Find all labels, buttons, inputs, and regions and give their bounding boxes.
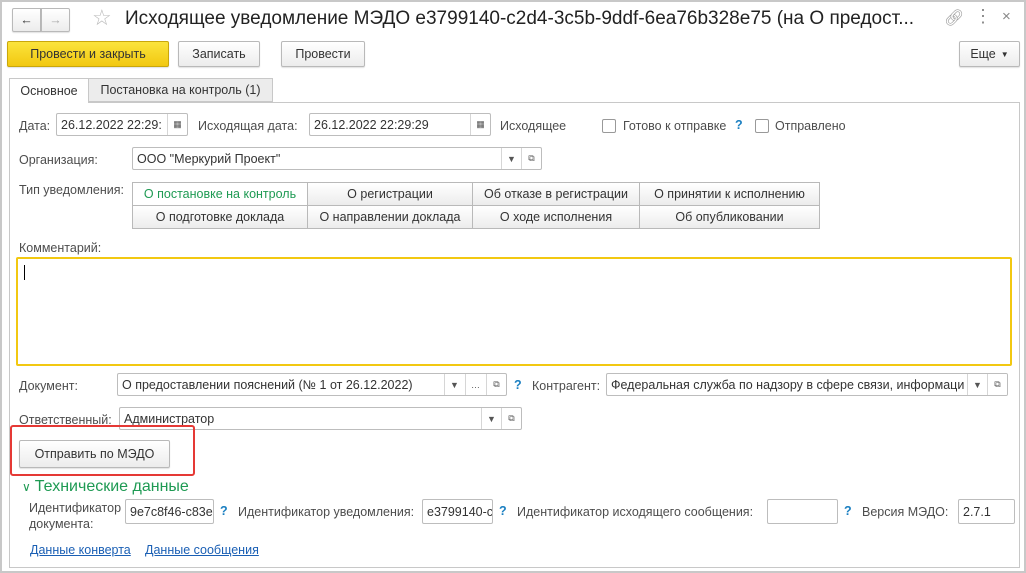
open-icon[interactable]: ⧉: [501, 408, 521, 429]
dropdown-icon[interactable]: ▼: [481, 408, 501, 429]
out-date-value: 26.12.2022 22:29:29: [314, 117, 429, 132]
close-icon[interactable]: ×: [1002, 8, 1011, 25]
back-button[interactable]: ←: [12, 8, 41, 32]
out-date-label: Исходящая дата:: [198, 119, 298, 133]
type-option[interactable]: О принятии к исполнению: [639, 182, 820, 206]
envelope-data-link[interactable]: Данные конверта: [30, 543, 131, 557]
type-option[interactable]: Об отказе в регистрации: [472, 182, 640, 206]
version-label: Версия МЭДО:: [862, 505, 949, 519]
open-icon[interactable]: ⧉: [987, 374, 1007, 395]
tech-title: Технические данные: [34, 478, 189, 495]
date-field[interactable]: 26.12.2022 22:29: ▦: [56, 113, 188, 136]
doc-label: Документ:: [19, 379, 78, 393]
comment-label: Комментарий:: [19, 241, 102, 255]
sent-checkbox[interactable]: [755, 119, 769, 133]
help-icon[interactable]: ?: [514, 378, 522, 392]
type-option[interactable]: Об опубликовании: [639, 205, 820, 229]
date-label: Дата:: [19, 119, 51, 133]
tech-section-toggle[interactable]: ∨ Технические данные: [22, 478, 189, 496]
help-icon[interactable]: ?: [220, 504, 228, 518]
more-button[interactable]: Еще ▼: [959, 41, 1020, 67]
doc-id-field[interactable]: 9e7c8f46-c83e: [125, 499, 214, 524]
calendar-icon[interactable]: ▦: [167, 114, 187, 135]
type-option[interactable]: О направлении доклада: [307, 205, 473, 229]
msg-id-field[interactable]: [767, 499, 838, 524]
tab-control[interactable]: Постановка на контроль (1): [88, 78, 273, 102]
doc-field[interactable]: О предоставлении пояснений (№ 1 от 26.12…: [117, 373, 507, 396]
org-value: ООО "Меркурий Проект": [137, 151, 281, 166]
help-icon[interactable]: ?: [844, 504, 852, 518]
comment-textarea[interactable]: [16, 257, 1012, 366]
message-data-link[interactable]: Данные сообщения: [145, 543, 259, 557]
contr-label: Контрагент:: [532, 379, 601, 393]
sent-label: Отправлено: [775, 119, 846, 133]
direction-text: Исходящее: [500, 119, 567, 133]
calendar-icon[interactable]: ▦: [470, 114, 490, 135]
select-icon[interactable]: …: [465, 374, 485, 395]
dropdown-icon[interactable]: ▼: [967, 374, 987, 395]
out-date-field[interactable]: 26.12.2022 22:29:29 ▦: [309, 113, 491, 136]
help-icon[interactable]: ?: [499, 504, 507, 518]
version-value: 2.7.1: [963, 504, 991, 519]
save-button[interactable]: Записать: [178, 41, 260, 67]
more-label: Еще: [970, 47, 996, 61]
notif-id-field[interactable]: e3799140-c: [422, 499, 493, 524]
ready-checkbox[interactable]: [602, 119, 616, 133]
post-button[interactable]: Провести: [281, 41, 365, 67]
org-field[interactable]: ООО "Меркурий Проект" ▼ ⧉: [132, 147, 542, 170]
send-medo-button[interactable]: Отправить по МЭДО: [19, 440, 170, 468]
doc-value: О предоставлении пояснений (№ 1 от 26.12…: [122, 377, 413, 392]
org-label: Организация:: [19, 153, 98, 167]
more-menu-icon[interactable]: ⋮: [974, 6, 992, 27]
type-option[interactable]: О постановке на контроль: [132, 182, 308, 206]
open-icon[interactable]: ⧉: [521, 148, 541, 169]
dropdown-icon[interactable]: ▼: [444, 374, 464, 395]
msg-id-label: Идентификатор исходящего сообщения:: [517, 505, 754, 519]
type-option[interactable]: О подготовке доклада: [132, 205, 308, 229]
doc-id-value: 9e7c8f46-c83e: [130, 504, 213, 519]
notif-id-label: Идентификатор уведомления:: [238, 505, 415, 519]
date-value: 26.12.2022 22:29:: [61, 117, 162, 132]
link-icon[interactable]: 🔗︎: [944, 8, 964, 28]
contr-value: Федеральная служба по надзору в сфере св…: [611, 377, 965, 392]
doc-id-label: Идентификатор документа:: [29, 501, 122, 531]
version-field[interactable]: 2.7.1: [958, 499, 1015, 524]
post-and-close-button[interactable]: Провести и закрыть: [7, 41, 169, 67]
type-label: Тип уведомления:: [19, 183, 124, 197]
chevron-down-icon: ▼: [1000, 49, 1009, 59]
resp-value: Администратор: [124, 411, 215, 426]
help-icon[interactable]: ?: [735, 118, 743, 132]
chevron-down-icon: ∨: [22, 480, 31, 494]
window-title: Исходящее уведомление МЭДО e3799140-c2d4…: [125, 8, 915, 29]
notif-id-value: e3799140-c: [427, 504, 493, 519]
type-option[interactable]: О регистрации: [307, 182, 473, 206]
open-icon[interactable]: ⧉: [486, 374, 506, 395]
forward-button[interactable]: →: [41, 8, 70, 32]
ready-label: Готово к отправке: [623, 119, 727, 133]
contr-field[interactable]: Федеральная служба по надзору в сфере св…: [606, 373, 1008, 396]
star-icon[interactable]: ☆: [92, 5, 112, 31]
tab-main[interactable]: Основное: [9, 78, 89, 103]
window: ← → ☆ Исходящее уведомление МЭДО e379914…: [0, 0, 1026, 573]
dropdown-icon[interactable]: ▼: [501, 148, 521, 169]
type-option[interactable]: О ходе исполнения: [472, 205, 640, 229]
